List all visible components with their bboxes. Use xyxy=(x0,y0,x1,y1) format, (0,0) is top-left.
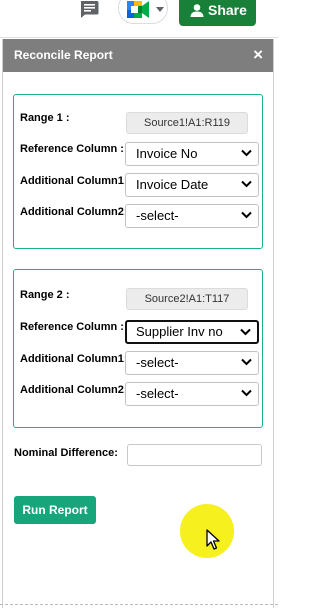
range1-additional2-select[interactable]: -select- xyxy=(125,204,259,228)
select-value: Invoice Date xyxy=(136,177,209,192)
nominal-difference-label: Nominal Difference: xyxy=(14,447,118,459)
chevron-down-icon xyxy=(241,180,252,188)
range2-additional2-label: Additional Column2: xyxy=(20,384,128,396)
google-meet-icon xyxy=(127,1,149,18)
range2-additional2-select[interactable]: -select- xyxy=(125,382,259,406)
top-toolbar: Share xyxy=(0,0,278,38)
run-report-button[interactable]: Run Report xyxy=(14,496,96,524)
chevron-down-icon xyxy=(156,7,164,12)
range2-section: Range 2 : Source2!A1:T117 Reference Colu… xyxy=(13,269,263,428)
reconcile-sidebar: Reconcile Report × Range 1 : Source1!A1:… xyxy=(2,39,274,608)
select-value: Invoice No xyxy=(136,146,198,161)
range2-reference-label: Reference Column : xyxy=(20,321,124,333)
share-label: Share xyxy=(208,2,247,18)
select-value: -select- xyxy=(136,208,179,223)
range2-value[interactable]: Source2!A1:T117 xyxy=(126,288,248,310)
sidebar-title: Reconcile Report xyxy=(14,48,113,62)
range1-additional1-label: Additional Column1: xyxy=(20,175,128,187)
select-value: Supplier Inv no xyxy=(136,324,223,339)
range2-reference-select[interactable]: Supplier Inv no xyxy=(125,320,259,344)
close-icon[interactable]: × xyxy=(253,45,263,65)
divider xyxy=(0,37,278,38)
range1-additional2-label: Additional Column2: xyxy=(20,206,128,218)
chevron-down-icon xyxy=(241,149,252,157)
nominal-difference-input[interactable] xyxy=(127,444,262,466)
range2-additional1-select[interactable]: -select- xyxy=(125,351,259,375)
range1-reference-label: Reference Column : xyxy=(20,143,124,155)
bottom-edge xyxy=(0,604,278,608)
google-meet-button[interactable] xyxy=(118,0,168,24)
chevron-down-icon xyxy=(241,389,252,397)
mouse-pointer-icon xyxy=(206,529,220,550)
chevron-down-icon xyxy=(240,328,251,336)
range1-additional1-select[interactable]: Invoice Date xyxy=(125,173,259,197)
range1-label: Range 1 : xyxy=(20,112,70,124)
chat-icon[interactable] xyxy=(78,0,100,20)
range2-additional1-label: Additional Column1: xyxy=(20,353,128,365)
person-icon xyxy=(190,4,204,17)
chevron-down-icon xyxy=(241,358,252,366)
range1-section: Range 1 : Source1!A1:R119 Reference Colu… xyxy=(13,94,263,249)
range2-label: Range 2 : xyxy=(20,289,70,301)
range1-value[interactable]: Source1!A1:R119 xyxy=(126,112,248,134)
select-value: -select- xyxy=(136,386,179,401)
share-button[interactable]: Share xyxy=(179,0,256,26)
range1-reference-select[interactable]: Invoice No xyxy=(125,142,259,166)
sidebar-header: Reconcile Report × xyxy=(3,39,273,72)
select-value: -select- xyxy=(136,355,179,370)
chevron-down-icon xyxy=(241,211,252,219)
